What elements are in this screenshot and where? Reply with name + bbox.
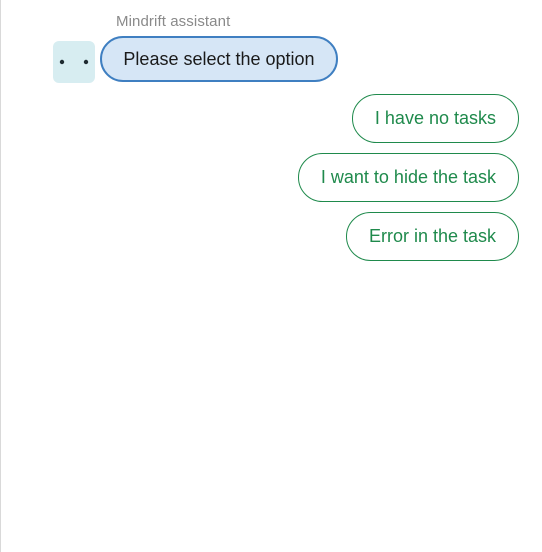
option-hide-task-button[interactable]: I want to hide the task [297, 153, 519, 202]
sender-name: Mindrift assistant [116, 13, 231, 30]
option-error-in-task-button[interactable]: Error in the task [345, 212, 519, 261]
typing-dots-icon [59, 59, 89, 65]
assistant-avatar [53, 41, 95, 83]
chat-panel: Mindrift assistant Please select the opt… [0, 0, 542, 552]
option-no-tasks-button[interactable]: I have no tasks [351, 94, 519, 143]
assistant-message: Please select the option [100, 36, 338, 82]
option-list: I have no tasks I want to hide the task … [297, 94, 519, 261]
